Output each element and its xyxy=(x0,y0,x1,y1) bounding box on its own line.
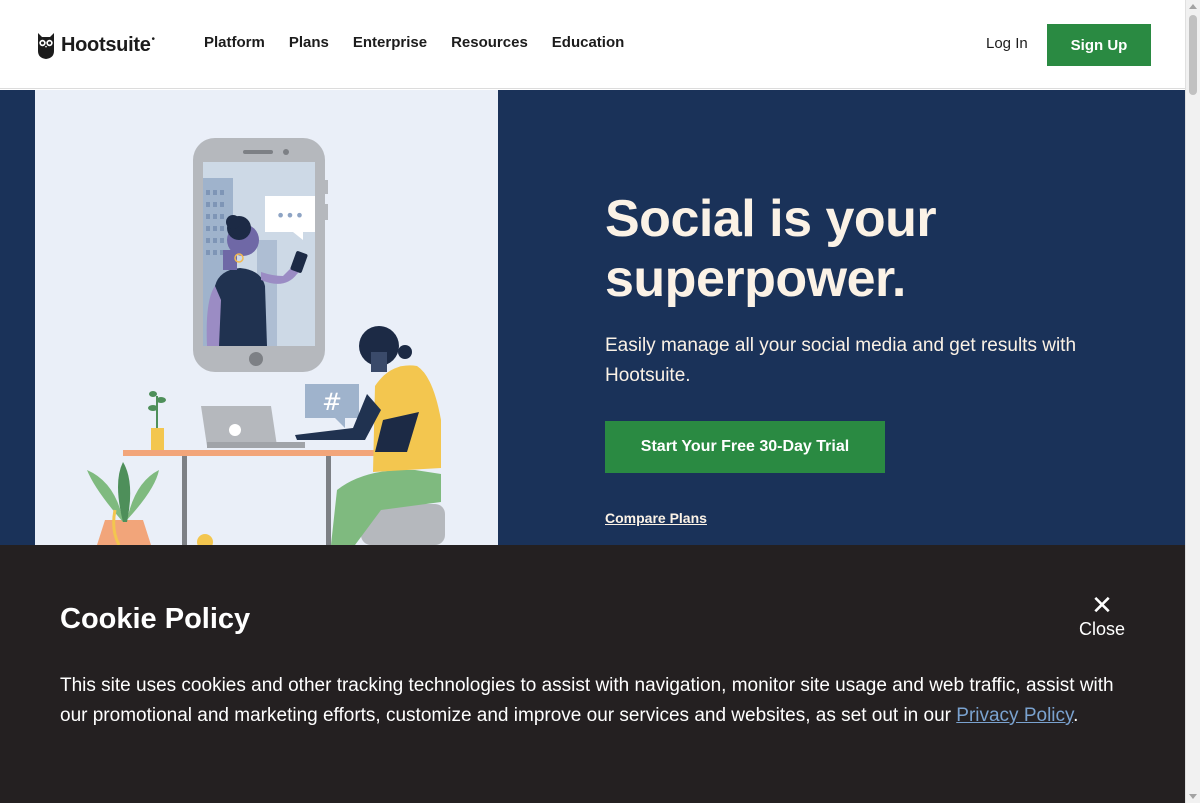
nav-item-education[interactable]: Education xyxy=(552,34,625,51)
site-header: Hootsuite • Platform Plans Enterprise Re… xyxy=(0,0,1185,89)
nav-item-resources[interactable]: Resources xyxy=(451,34,528,51)
nav-item-plans[interactable]: Plans xyxy=(289,34,329,51)
start-free-trial-button[interactable]: Start Your Free 30-Day Trial xyxy=(605,421,885,473)
hero-illustration: ••• # xyxy=(35,90,498,545)
nav-item-enterprise[interactable]: Enterprise xyxy=(353,34,427,51)
hashtag-text: # xyxy=(322,388,342,416)
close-label[interactable]: Close xyxy=(1079,619,1125,640)
cookie-text: This site uses cookies and other trackin… xyxy=(60,671,1130,731)
hootsuite-logo[interactable]: Hootsuite • xyxy=(36,31,155,60)
login-link[interactable]: Log In xyxy=(986,35,1028,52)
chat-bubble-dots: ••• xyxy=(276,206,304,225)
cookie-text-end: . xyxy=(1073,705,1079,726)
cookie-close-button[interactable]: ✕ Close xyxy=(1072,592,1132,640)
logo-text: Hootsuite xyxy=(61,34,151,56)
compare-plans-link[interactable]: Compare Plans xyxy=(605,510,707,526)
signup-button[interactable]: Sign Up xyxy=(1047,24,1151,66)
main-nav: Platform Plans Enterprise Resources Educ… xyxy=(204,34,624,51)
logo-mark: • xyxy=(151,34,156,45)
cookie-title: Cookie Policy xyxy=(60,603,251,635)
scroll-down-arrow-icon[interactable] xyxy=(1189,794,1197,799)
hero-title: Social is your superpower. xyxy=(605,190,937,308)
cookie-banner: Cookie Policy ✕ Close This site uses coo… xyxy=(0,545,1185,803)
scrollbar-thumb[interactable] xyxy=(1189,15,1197,95)
hero-section: ••• # Social is your superpower. Easily … xyxy=(0,90,1185,545)
privacy-policy-link[interactable]: Privacy Policy xyxy=(956,705,1073,726)
page-scrollbar[interactable] xyxy=(1185,0,1200,803)
nav-item-platform[interactable]: Platform xyxy=(204,34,265,51)
hero-subtitle: Easily manage all your social media and … xyxy=(605,335,1077,386)
social-media-illustration: ••• # xyxy=(87,138,445,545)
close-icon[interactable]: ✕ xyxy=(1091,592,1113,618)
owl-logo-icon xyxy=(38,33,54,59)
scroll-up-arrow-icon[interactable] xyxy=(1189,4,1197,9)
